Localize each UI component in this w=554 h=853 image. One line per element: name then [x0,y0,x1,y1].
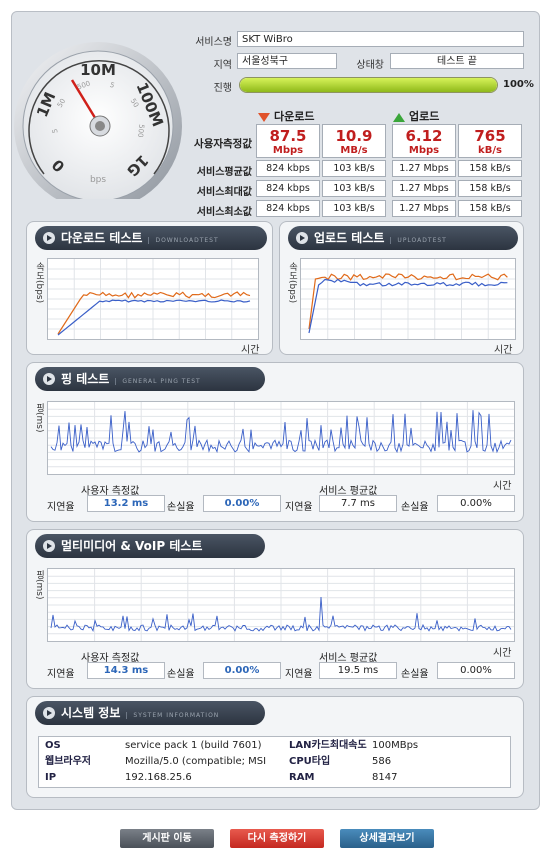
ping-chart [47,401,515,475]
upload-x-label: 시간 [494,345,513,356]
system-info-title: 시스템 정보 SYSTEM INFORMATION [35,701,265,725]
sys-cpu-label: CPU타입 [289,756,331,767]
user-measure-label: 사용자측정값 [194,138,252,150]
service-avg-cell: 158 kB/s [458,160,522,177]
service-avg-cell: 103 kB/s [322,160,386,177]
progress-fill [240,78,497,92]
ping-user-loss: 0.00% [203,495,281,512]
service-min-cell: 824 kbps [256,200,320,217]
service-max-cell: 1.27 Mbps [392,180,456,197]
service-min-cell: 1.27 Mbps [392,200,456,217]
voip-x-label: 시간 [493,648,512,659]
ping-service-latency: 7.7 ms [319,495,397,512]
service-min-label: 서비스최소값 [196,207,252,218]
ping-x-label: 시간 [493,481,512,492]
region-field: 서울성북구 [237,53,337,69]
service-min-cell: 158 kB/s [458,200,522,217]
upload-chart [300,258,516,340]
region-label: 지역 [213,60,232,71]
service-avg-label: 서비스평균값 [196,167,252,178]
download-test-panel: 다운로드 테스트 DOWNLOADTEST 속도(bps) 시간 [26,221,273,356]
user-upload-kbs: 765 kB/s [458,124,522,158]
download-x-label: 시간 [241,345,260,356]
progress-label: 진행 [213,83,232,94]
download-y-label: 속도(bps) [34,262,44,304]
sys-browser-label: 웹브라우저 [45,756,91,767]
gauge-minor-label: 500 [136,124,145,138]
voip-service-latency: 19.5 ms [319,662,397,679]
user-download-mbps: 87.5 Mbps [256,124,320,158]
voip-test-title: 멀티미디어 & VoIP 테스트 [35,534,265,558]
voip-user-loss: 0.00% [203,662,281,679]
ping-y-label: 핑(ms) [34,403,44,433]
retest-button[interactable]: 다시 측정하기 [230,829,324,848]
detail-button[interactable]: 상세결과보기 [340,829,434,848]
gauge-minor-label: 5 [51,128,59,133]
download-test-title: 다운로드 테스트 DOWNLOADTEST [35,226,267,250]
download-series-line [57,291,251,335]
voip-service-latency-label: 지연율 [285,669,313,680]
sys-os-label: OS [45,740,61,751]
sys-browser-value: Mozilla/5.0 (compatible; MSI [125,756,267,767]
sys-ram-value: 8147 [372,772,398,783]
speed-gauge: 01M10M100M1G550500 550500 bps [14,42,182,199]
service-name-label: 서비스명 [195,37,232,48]
voip-test-panel: 멀티미디어 & VoIP 테스트 핑(ms) 시간 사용자 측정값 서비스 평균… [26,529,524,689]
ping-service-latency-label: 지연율 [285,502,313,513]
sys-ip-value: 192.168.25.6 [125,772,192,783]
upload-test-title: 업로드 테스트 UPLOADTEST [288,226,518,250]
ping-user-latency-label: 지연율 [47,502,75,513]
sys-os-value: service pack 1 (build 7601) [125,740,262,751]
upload-test-panel: 업로드 테스트 UPLOADTEST 속도(bps) 시간 [279,221,524,356]
service-avg-cell: 824 kbps [256,160,320,177]
voip-user-loss-label: 손실율 [167,669,195,680]
ping-user-latency: 13.2 ms [87,495,165,512]
sys-lan-label: LAN카드최대속도 [289,740,367,751]
service-max-label: 서비스최대값 [196,187,252,198]
service-name-field: SKT WiBro [237,31,524,47]
sys-lan-value: 100MBps [372,740,419,751]
ping-service-loss: 0.00% [437,495,515,512]
service-max-cell: 103 kB/s [322,180,386,197]
download-header: 다운로드 [258,108,314,124]
voip-user-latency: 14.3 ms [87,662,165,679]
download-avg-line [57,299,251,336]
gauge-unit: bps [90,175,106,185]
sys-ram-label: RAM [289,772,315,783]
sys-ip-label: IP [45,772,57,783]
ping-test-panel: 핑 테스트 GENERAL PING TEST 핑(ms) 시간 사용자 측정값 … [26,362,524,522]
progress-bar [239,77,498,93]
upload-y-label: 속도(bps) [287,262,297,304]
gauge-tick-label: 10M [80,61,116,79]
user-upload-mbps: 6.12 Mbps [392,124,456,158]
upload-header: 업로드 [393,108,439,124]
voip-chart [47,568,515,642]
voip-service-loss-label: 손실율 [401,669,429,680]
board-button[interactable]: 게시판 이동 [120,829,214,848]
service-max-cell: 824 kbps [256,180,320,197]
voip-service-loss: 0.00% [437,662,515,679]
voip-y-label: 핑(ms) [34,570,44,600]
ping-service-loss-label: 손실율 [401,502,429,513]
ping-test-title: 핑 테스트 GENERAL PING TEST [35,367,265,391]
service-avg-cell: 1.27 Mbps [392,160,456,177]
user-download-mbs: 10.9 MB/s [322,124,386,158]
status-field: 테스트 끝 [390,53,524,69]
progress-percent: 100% [503,79,534,90]
service-max-cell: 158 kB/s [458,180,522,197]
voip-user-latency-label: 지연율 [47,669,75,680]
ping-user-loss-label: 손실율 [167,502,195,513]
service-min-cell: 103 kB/s [322,200,386,217]
sys-cpu-value: 586 [372,756,392,767]
download-chart [47,258,259,340]
status-label: 상태창 [356,60,384,71]
